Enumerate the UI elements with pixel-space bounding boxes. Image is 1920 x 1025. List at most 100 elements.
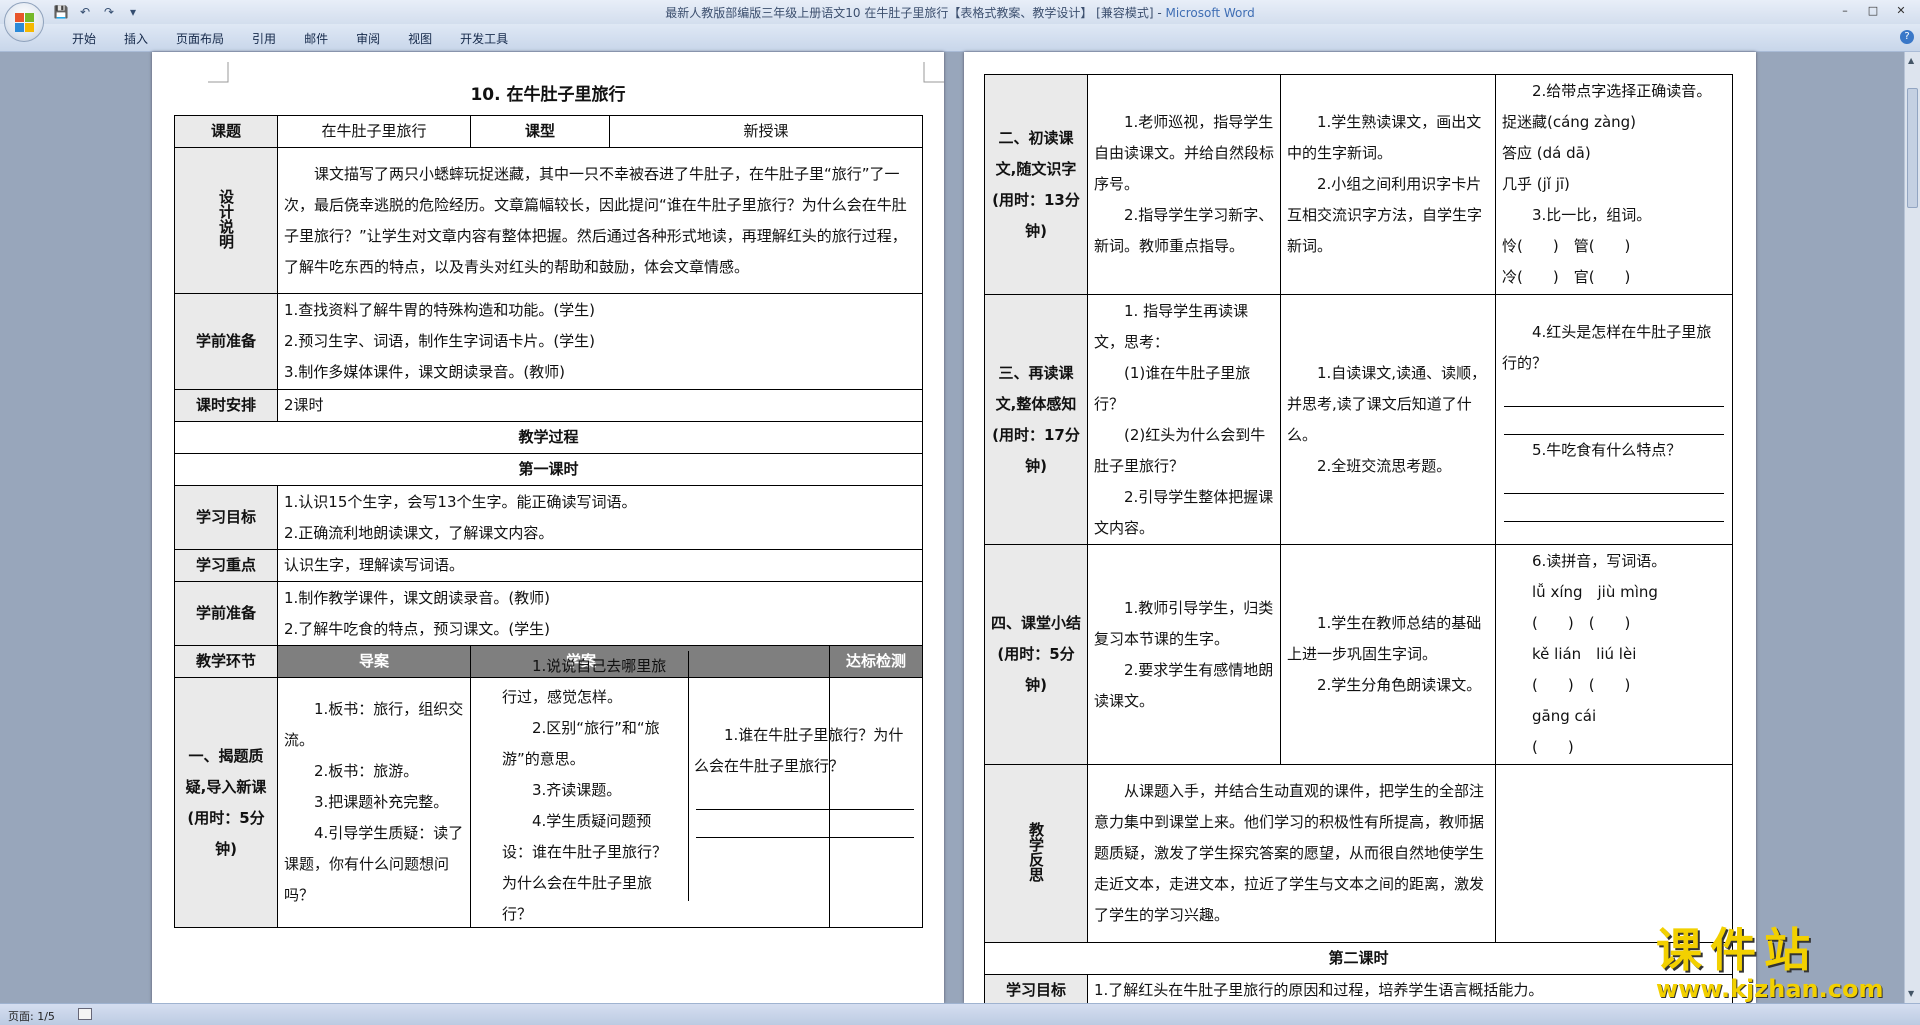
learn-item: 1.自读课文,读通、读顺，并思考,读了课文后知道了什么。 [1287, 363, 1487, 444]
check-item: 几乎 (jǐ jī) [1502, 175, 1570, 193]
label-goals: 学习目标 [174, 485, 278, 550]
label-topic: 课题 [174, 115, 278, 148]
stage-2-learn: 1.学生熟读课文，画出文中的生字新词。 2.小组之间利用识字卡片互相交流识字方法… [1280, 74, 1496, 295]
tab-review[interactable]: 审阅 [342, 30, 394, 47]
label-design: 设计说明 [174, 147, 278, 294]
check-item: ( ) [1532, 738, 1574, 756]
answer-line [696, 782, 914, 810]
guide-item: (2)红头为什么会到牛肚子里旅行？ [1094, 425, 1266, 475]
col-guide: 导案 [277, 645, 471, 678]
stage-2-label: 二、初读课文,随文识字(用时：13分钟) [984, 74, 1088, 295]
label-prep: 学前准备 [174, 293, 278, 390]
tab-insert[interactable]: 插入 [110, 30, 162, 47]
stage-2-check: 2.给带点字选择正确读音。 捉迷藏(cáng zàng) 答应 (dá dā) … [1495, 74, 1733, 295]
stage-2-guide: 1.老师巡视，指导学生自由读课文。并给自然段标序号。 2.指导学生学习新字、新词… [1087, 74, 1281, 295]
section-lesson-1: 第一课时 [173, 453, 924, 486]
label-goals-2: 学习目标 [984, 974, 1088, 1003]
reflection-empty [1495, 764, 1733, 943]
section-lesson-2: 第二课时 [984, 942, 1733, 975]
answer-line [1504, 407, 1724, 435]
learn-item: 1.说说自己去哪里旅行过，感觉怎样。 [502, 657, 667, 706]
prep-item: 1.制作教学课件，课文朗读录音。(教师) [284, 588, 551, 607]
guide-item: 2.要求学生有感情地朗读课文。 [1094, 660, 1274, 710]
restore-icon[interactable]: □ [1860, 2, 1886, 20]
office-button[interactable] [4, 2, 44, 42]
guide-item: 2.指导学生学习新字、新词。教师重点指导。 [1094, 206, 1274, 255]
check-item: 4.红头是怎样在牛肚子里旅行的？ [1502, 323, 1712, 372]
scroll-thumb[interactable] [1907, 88, 1918, 208]
guide-item: (1)谁在牛肚子里旅行？ [1094, 363, 1251, 413]
tab-developer[interactable]: 开发工具 [446, 30, 522, 47]
prep-item: 3.制作多媒体课件，课文朗读录音。(教师) [284, 363, 566, 381]
guide-item: 3.把课题补充完整。 [314, 793, 449, 811]
minimize-icon[interactable]: – [1832, 2, 1858, 20]
learn-item: 2.小组之间利用识字卡片互相交流识字方法，自学生字新词。 [1287, 175, 1483, 255]
goal-item: 2.正确流利地朗读课文，了解课文内容。 [284, 523, 554, 542]
stage-4-guide: 1.教师引导学生，归类复习本节课的生字。 2.要求学生有感情地朗读课文。 [1087, 544, 1281, 765]
document-title: 10. 在牛肚子里旅行 [470, 85, 626, 105]
stage-1-check-text: 1.谁在牛肚子里旅行？为什么会在牛肚子里旅行？ [694, 720, 916, 838]
check-item: 3.比一比，组词。 [1532, 206, 1652, 224]
col-check: 达标检测 [828, 645, 924, 678]
close-icon[interactable]: ✕ [1888, 2, 1914, 20]
prep-item: 1.查找资料了解牛胃的特殊构造和功能。(学生) [284, 301, 596, 319]
learn-item: 2.全班交流思考题。 [1317, 456, 1452, 475]
office-logo-icon [15, 13, 35, 33]
guide-item: 1. 指导学生再读课文，思考： [1094, 301, 1249, 351]
prep2-list: 1.制作教学课件，课文朗读录音。(教师) 2.了解牛吃食的特点，预习课文。(学生… [276, 581, 924, 646]
tab-references[interactable]: 引用 [238, 30, 290, 47]
lesson-type-value: 新授课 [608, 115, 924, 148]
guide-item: 1.教师引导学生，归类复习本节课的生字。 [1094, 598, 1274, 648]
scroll-down-icon[interactable]: ▼ [1908, 989, 1918, 999]
help-icon[interactable]: ? [1900, 30, 1914, 44]
prep-item: 2.了解牛吃食的特点，预习课文。(学生) [284, 619, 551, 638]
watermark-url: www.kjzhan.com [1656, 975, 1884, 1003]
check-question: 1.谁在牛肚子里旅行？为什么会在牛肚子里旅行？ [694, 726, 904, 775]
learn-item: 1.学生在教师总结的基础上进一步巩固生字词。 [1287, 614, 1482, 663]
scroll-up-icon[interactable]: ▲ [1908, 56, 1918, 66]
check-item: 捉迷藏(cáng zàng) [1502, 113, 1637, 131]
stage-3-check: 4.红头是怎样在牛肚子里旅行的？ 5.牛吃食有什么特点？ [1495, 294, 1733, 545]
check-item: 5.牛吃食有什么特点？ [1532, 441, 1682, 459]
hours-value: 2课时 [276, 389, 924, 422]
learn-item: 2.区别“旅行”和“旅游”的意思。 [502, 719, 660, 768]
answer-line [696, 810, 914, 838]
stage-1-label: 一、揭题质疑,导入新课(用时：5分钟) [174, 677, 278, 928]
stage-4-label: 四、课堂小结(用时：5分钟) [984, 544, 1088, 765]
check-item: 6.读拼音，写词语。 [1532, 552, 1667, 570]
check-item: ( ) ( ) [1532, 614, 1631, 632]
topic-value: 在牛肚子里旅行 [277, 115, 471, 148]
page-indicator[interactable]: 页面: 1/5 [8, 1008, 55, 1024]
tab-page-layout[interactable]: 页面布局 [162, 30, 238, 47]
label-reflection: 教学反思 [984, 764, 1088, 943]
tab-home[interactable]: 开始 [58, 30, 110, 47]
document-page-2: 二、初读课文,随文识字(用时：13分钟) 1.老师巡视，指导学生自由读课文。并给… [964, 52, 1756, 1003]
learn-item: 2.学生分角色朗读课文。 [1317, 676, 1482, 694]
guide-item: 1.板书：旅行，组织交流。 [284, 700, 464, 749]
label-hours: 课时安排 [174, 389, 278, 422]
prep-list: 1.查找资料了解牛胃的特殊构造和功能。(学生) 2.预习生字、词语，制作生字词语… [276, 293, 924, 390]
tab-view[interactable]: 视图 [394, 30, 446, 47]
check-item: lǚ xíng jiù mìng [1532, 583, 1658, 601]
check-item: gāng cái [1532, 707, 1597, 725]
col-stage: 教学环节 [174, 645, 278, 678]
document-page-1: 10. 在牛肚子里旅行 课题 在牛肚子里旅行 课型 新授课 设计说明 课文描写了… [152, 52, 944, 1003]
label-lesson-type: 课型 [470, 115, 610, 148]
stage-3-learn: 1.自读课文,读通、读顺，并思考,读了课文后知道了什么。 2.全班交流思考题。 [1280, 294, 1496, 545]
stage-3-guide: 1. 指导学生再读课文，思考： (1)谁在牛肚子里旅行？ (2)红头为什么会到牛… [1087, 294, 1281, 545]
goals2-value: 1.了解红头在牛肚子里旅行的原因和过程，培养学生语言概括能力。 [1087, 974, 1733, 1003]
stage-1-guide: 1.板书：旅行，组织交流。 2.板书：旅游。 3.把课题补充完整。 4.引导学生… [277, 677, 471, 928]
tab-mailings[interactable]: 邮件 [290, 30, 342, 47]
goal-item: 1.认识15个生字，会写13个生字。能正确读写词语。 [284, 492, 637, 511]
check-item: 冷( ) 官( ) [1502, 268, 1631, 286]
stage-4-check: 6.读拼音，写词语。 lǚ xíng jiù mìng ( ) ( ) kě l… [1495, 544, 1733, 765]
check-item: 2.给带点字选择正确读音。 [1532, 82, 1712, 100]
design-text: 课文描写了两只小蟋蟀玩捉迷藏，其中一只不幸被吞进了牛肚子，在牛肚子里“旅行”了一… [276, 147, 924, 294]
proofing-icon[interactable] [78, 1008, 92, 1020]
title-bar: 💾 ↶ ↷ ▾ 最新人教版部编版三年级上册语文10 在牛肚子里旅行【表格式教案、… [0, 0, 1920, 24]
answer-line [1504, 494, 1724, 522]
label-prep-2: 学前准备 [174, 581, 278, 646]
lesson-plan-table-cont: 二、初读课文,随文识字(用时：13分钟) 1.老师巡视，指导学生自由读课文。并给… [984, 74, 1733, 1003]
watermark-name: 课件站 [1656, 923, 1818, 977]
vertical-scrollbar[interactable]: ▲ ▼ [1904, 52, 1920, 1003]
